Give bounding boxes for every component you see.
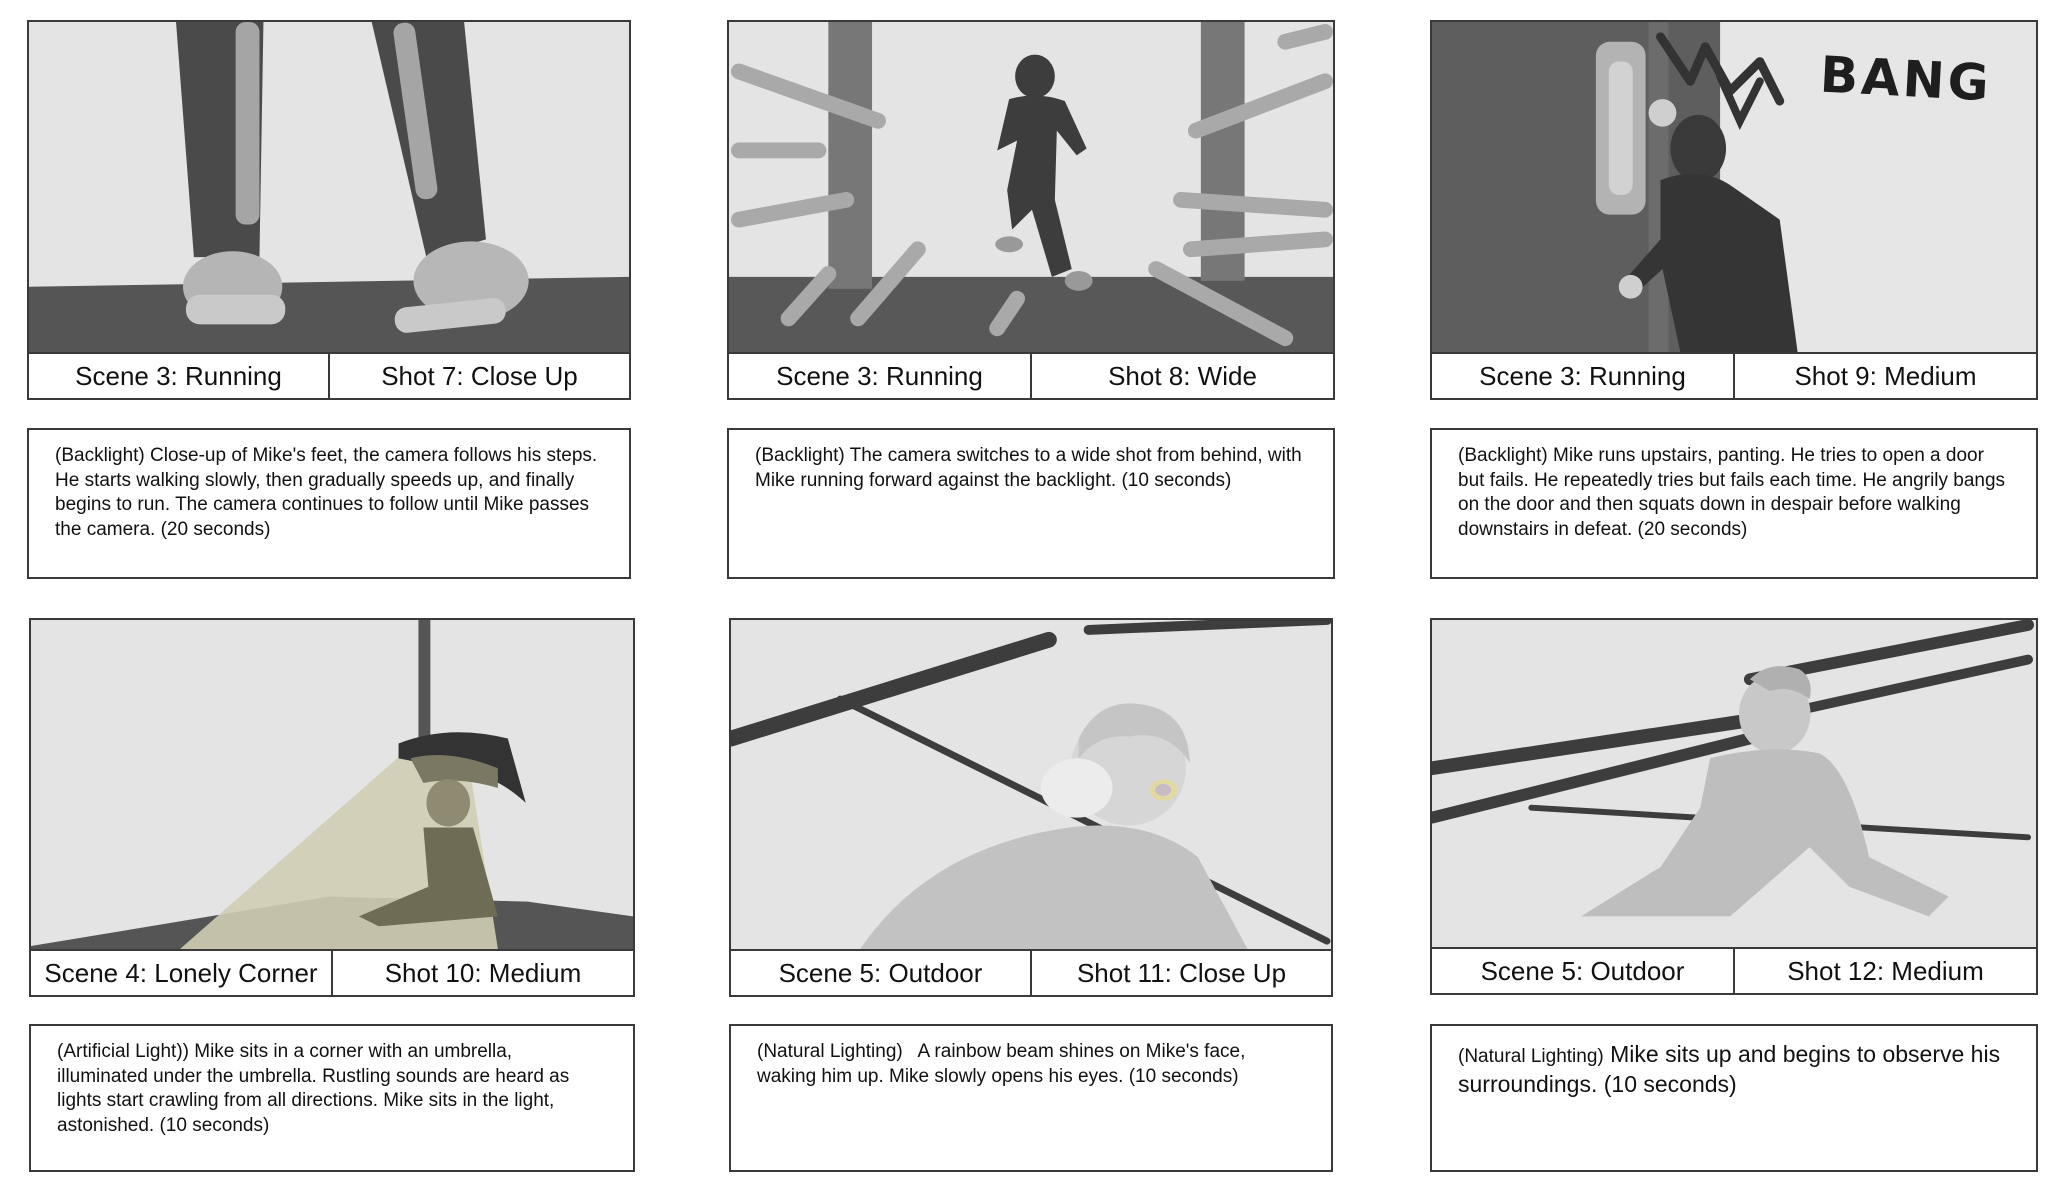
bang-sound-effect: BANG <box>1818 45 1994 113</box>
panel-2-sketch <box>727 20 1335 354</box>
scene-label: Scene 5: Outdoor <box>1480 955 1685 986</box>
panel-6-description: (Natural Lighting) Mike sits up and begi… <box>1430 1024 2038 1172</box>
lighting-note: (Natural Lighting) <box>1458 1046 1604 1067</box>
shot-label: Shot 9: Medium <box>1733 354 2036 398</box>
scene-label: Scene 3: Running <box>75 360 282 391</box>
panel-3-sketch: BANG <box>1430 20 2038 354</box>
shot-label: Shot 8: Wide <box>1030 354 1333 398</box>
panel-2-description: (Backlight) The camera switches to a wid… <box>727 428 1335 579</box>
scene-label: Scene 3: Running <box>776 360 983 391</box>
panel-5-sketch <box>729 618 1333 951</box>
shot-label: Shot 10: Medium <box>331 951 633 995</box>
shot-label: Shot 11: Close Up <box>1030 951 1331 995</box>
panel-5-description: (Natural Lighting) A rainbow beam shines… <box>729 1024 1333 1172</box>
panel-1-description: (Backlight) Close-up of Mike's feet, the… <box>27 428 631 579</box>
panel-1-label-bar: Scene 3: Running Shot 7: Close Up <box>27 354 631 400</box>
panel-4-sketch <box>29 618 635 951</box>
panel-4-description: (Artificial Light)) Mike sits in a corne… <box>29 1024 635 1172</box>
panel-6-label-bar: Scene 5: Outdoor Shot 12: Medium <box>1430 949 2038 995</box>
panel-5-label-bar: Scene 5: Outdoor Shot 11: Close Up <box>729 951 1333 997</box>
panel-2-label-bar: Scene 3: Running Shot 8: Wide <box>727 354 1335 400</box>
panel-6-sketch <box>1430 618 2038 949</box>
panel-3-label-bar: Scene 3: Running Shot 9: Medium <box>1430 354 2038 400</box>
panel-3-description: (Backlight) Mike runs upstairs, panting.… <box>1430 428 2038 579</box>
scene-label: Scene 4: Lonely Corner <box>44 957 318 988</box>
shot-label: Shot 7: Close Up <box>328 354 629 398</box>
panel-4-label-bar: Scene 4: Lonely Corner Shot 10: Medium <box>29 951 635 997</box>
shot-label: Shot 12: Medium <box>1733 949 2036 993</box>
panel-1-sketch <box>27 20 631 354</box>
scene-label: Scene 5: Outdoor <box>778 957 983 988</box>
scene-label: Scene 3: Running <box>1479 360 1686 391</box>
